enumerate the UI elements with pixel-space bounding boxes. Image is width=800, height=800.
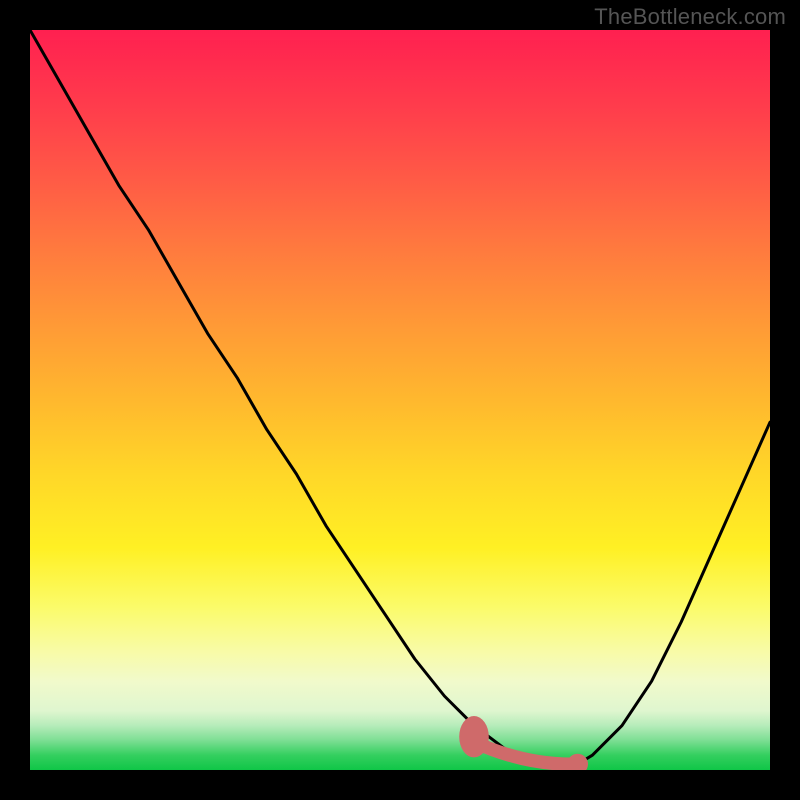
chart-frame: TheBottleneck.com xyxy=(0,0,800,800)
plot-area xyxy=(30,30,770,770)
flat-zone-end xyxy=(567,754,588,770)
curve-layer xyxy=(30,30,770,770)
bottleneck-curve xyxy=(30,30,770,766)
flat-zone-start xyxy=(459,716,489,757)
flat-band xyxy=(474,742,578,764)
watermark-text: TheBottleneck.com xyxy=(594,4,786,30)
